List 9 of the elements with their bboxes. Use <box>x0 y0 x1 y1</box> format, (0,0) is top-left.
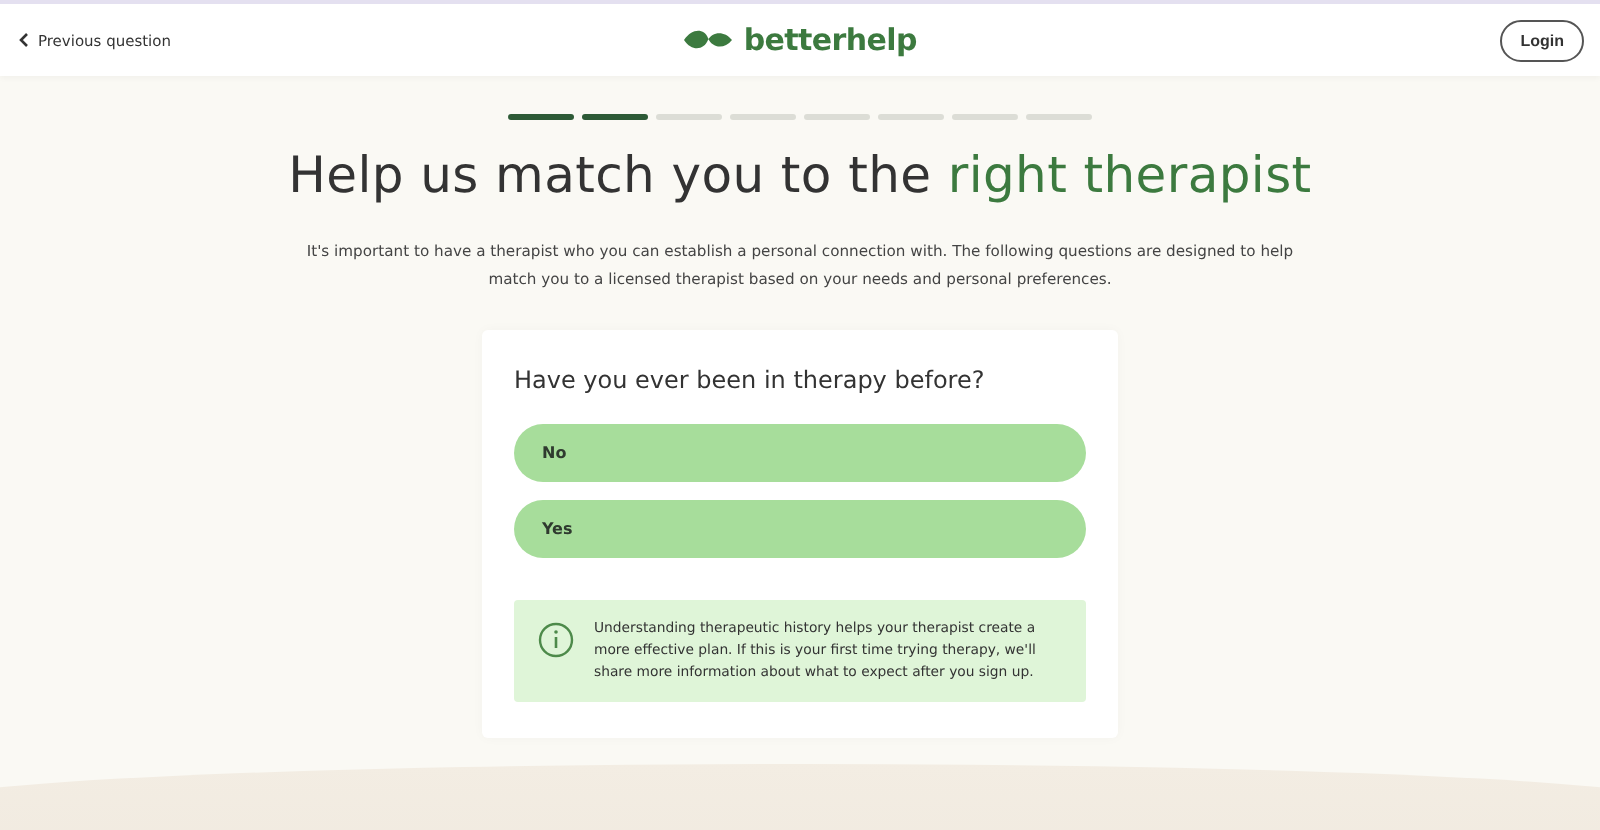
brand-name: betterhelp <box>743 22 917 58</box>
info-icon <box>538 622 574 658</box>
question-text: Have you ever been in therapy before? <box>514 366 987 394</box>
login-button[interactable]: Login <box>1500 19 1584 61</box>
leaf-logo-icon <box>681 26 734 54</box>
answer-option[interactable]: No <box>514 424 1086 482</box>
chevron-left-icon <box>18 32 30 48</box>
answer-option[interactable]: Yes <box>514 500 1086 558</box>
page-title: Help us match you to the right therapist <box>288 146 1312 204</box>
